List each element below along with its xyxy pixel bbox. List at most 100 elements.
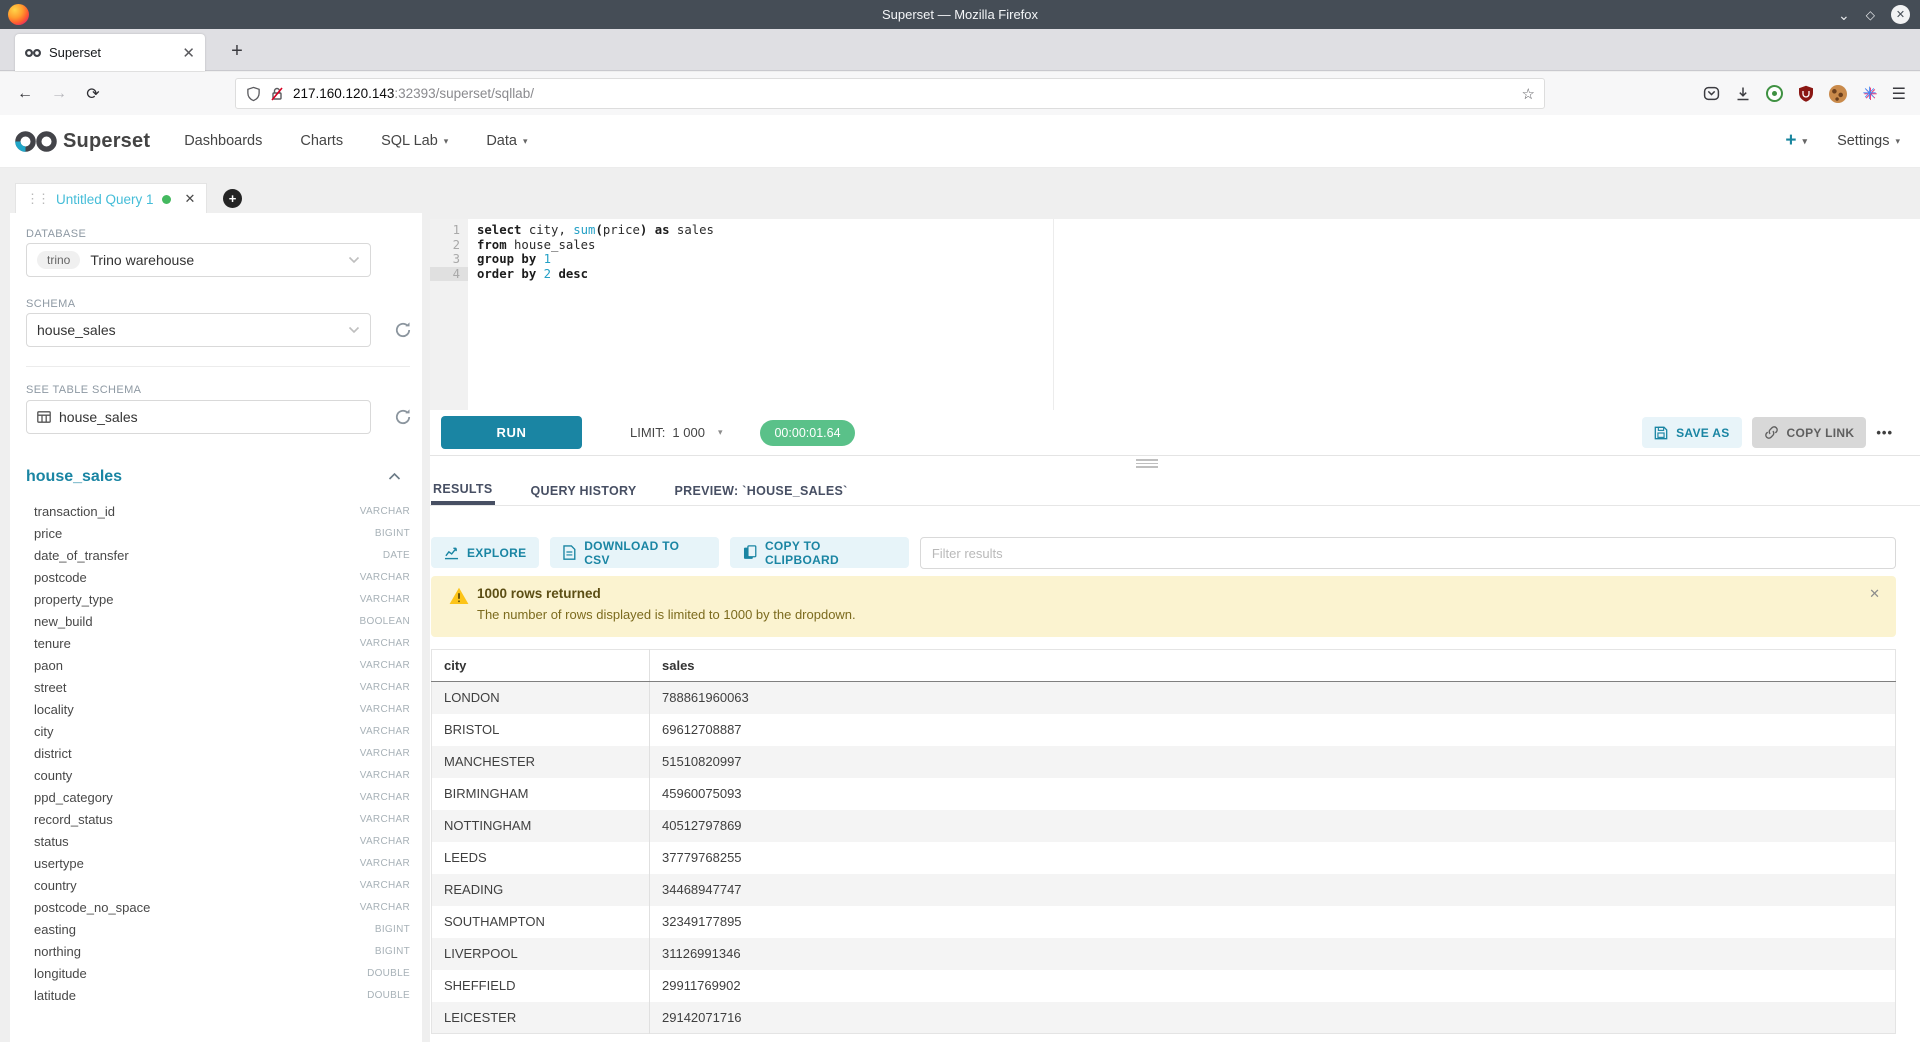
results-tabbar: RESULTS QUERY HISTORY PREVIEW: `HOUSE_SA…: [430, 477, 1920, 506]
table-column-row[interactable]: new_buildBOOLEAN: [26, 610, 414, 632]
editor-code-lines[interactable]: 1select city, sum(price) as sales2from h…: [430, 223, 1920, 281]
table-column-row[interactable]: date_of_transferDATE: [26, 544, 414, 566]
alert-close-icon[interactable]: ✕: [1869, 586, 1880, 602]
url-bar[interactable]: 217.160.120.143:32393/superset/sqllab/ ☆: [235, 78, 1545, 109]
table-column-row[interactable]: usertypeVARCHAR: [26, 852, 414, 874]
pocket-icon[interactable]: [1703, 85, 1720, 102]
limit-label: LIMIT:: [630, 425, 665, 440]
column-type: VARCHAR: [360, 814, 410, 825]
column-name: new_build: [34, 614, 93, 629]
column-type: BIGINT: [375, 946, 410, 957]
table-select[interactable]: house_sales: [26, 400, 371, 434]
column-type: VARCHAR: [360, 770, 410, 781]
refresh-table-icon[interactable]: [394, 408, 412, 426]
nav-item-charts[interactable]: Charts: [300, 133, 343, 149]
nav-item-sql-lab[interactable]: SQL Lab▾: [381, 133, 448, 149]
run-button[interactable]: RUN: [441, 416, 582, 449]
new-item-button[interactable]: +▾: [1785, 130, 1807, 152]
tab-results[interactable]: RESULTS: [431, 477, 495, 505]
chevron-up-icon[interactable]: [388, 472, 401, 481]
table-column-row[interactable]: postcodeVARCHAR: [26, 566, 414, 588]
chevron-down-icon: ▾: [1803, 136, 1808, 147]
cell-city: SHEFFIELD: [432, 970, 650, 1002]
table-column-row[interactable]: transaction_idVARCHAR: [26, 500, 414, 522]
table-column-row[interactable]: tenureVARCHAR: [26, 632, 414, 654]
table-column-row[interactable]: streetVARCHAR: [26, 676, 414, 698]
table-column-row[interactable]: localityVARCHAR: [26, 698, 414, 720]
query-tab-close-icon[interactable]: ✕: [185, 191, 196, 207]
table-column-row[interactable]: statusVARCHAR: [26, 830, 414, 852]
table-column-row[interactable]: postcode_no_spaceVARCHAR: [26, 896, 414, 918]
table-column-row[interactable]: districtVARCHAR: [26, 742, 414, 764]
query-editor-tab[interactable]: ⋮⋮ Untitled Query 1 ✕: [15, 183, 207, 214]
code-line[interactable]: 1select city, sum(price) as sales: [430, 223, 1920, 238]
download-csv-button[interactable]: DOWNLOAD TO CSV: [550, 537, 719, 568]
table-column-row[interactable]: cityVARCHAR: [26, 720, 414, 742]
back-icon[interactable]: ←: [8, 85, 42, 103]
limit-dropdown[interactable]: LIMIT: 1 000 ▾: [630, 425, 722, 440]
table-column-row[interactable]: priceBIGINT: [26, 522, 414, 544]
app-menu-icon[interactable]: ☰: [1892, 84, 1906, 104]
shield-icon[interactable]: [246, 86, 261, 102]
table-row: LEICESTER29142071716: [432, 1002, 1896, 1034]
ublock-icon[interactable]: [1798, 85, 1814, 102]
copy-link-button[interactable]: COPY LINK: [1752, 417, 1867, 448]
copy-clipboard-button[interactable]: COPY TO CLIPBOARD: [730, 537, 909, 568]
code-line[interactable]: 4order by 2 desc: [430, 267, 1920, 282]
column-name: postcode: [34, 570, 87, 585]
browser-tab-close-icon[interactable]: ✕: [182, 44, 195, 62]
table-schema-title[interactable]: house_sales: [26, 468, 122, 486]
explore-button[interactable]: EXPLORE: [431, 537, 539, 568]
forward-icon[interactable]: →: [42, 85, 76, 103]
window-minimize-icon[interactable]: ⌄: [1838, 8, 1850, 22]
table-column-row[interactable]: longitudeDOUBLE: [26, 962, 414, 984]
column-header-city[interactable]: city: [432, 650, 650, 682]
column-header-sales[interactable]: sales: [650, 650, 1896, 682]
pane-resize-handle[interactable]: [1136, 457, 1158, 470]
reload-icon[interactable]: ⟳: [76, 84, 110, 104]
sql-editor-pane: 1select city, sum(price) as sales2from h…: [430, 219, 1920, 1042]
code-line[interactable]: 2from house_sales: [430, 238, 1920, 253]
add-query-tab-button[interactable]: +: [223, 189, 242, 208]
insecure-lock-icon[interactable]: [270, 86, 284, 102]
superset-logo[interactable]: Superset: [15, 128, 150, 155]
column-name: ppd_category: [34, 790, 113, 805]
cookie-extension-icon[interactable]: [1829, 85, 1847, 103]
code-line[interactable]: 3group by 1: [430, 252, 1920, 267]
table-column-row[interactable]: eastingBIGINT: [26, 918, 414, 940]
cell-city: LEICESTER: [432, 1002, 650, 1034]
asterisk-extension-icon[interactable]: ✳: [1862, 84, 1876, 104]
table-column-row[interactable]: paonVARCHAR: [26, 654, 414, 676]
privacy-extension-icon[interactable]: [1766, 85, 1783, 102]
table-column-row[interactable]: latitudeDOUBLE: [26, 984, 414, 1006]
table-column-row[interactable]: record_statusVARCHAR: [26, 808, 414, 830]
save-as-button[interactable]: SAVE AS: [1642, 417, 1741, 448]
table-column-row[interactable]: property_typeVARCHAR: [26, 588, 414, 610]
schema-select[interactable]: house_sales: [26, 313, 371, 347]
tab-preview-house-sales[interactable]: PREVIEW: `HOUSE_SALES`: [673, 477, 850, 505]
filter-results-input[interactable]: [920, 537, 1896, 569]
refresh-schema-icon[interactable]: [394, 321, 412, 339]
new-browser-tab-button[interactable]: +: [222, 37, 252, 65]
link-icon: [1764, 425, 1779, 440]
downloads-icon[interactable]: [1735, 86, 1751, 102]
column-name: city: [34, 724, 54, 739]
nav-item-data[interactable]: Data▾: [486, 133, 527, 149]
nav-item-dashboards[interactable]: Dashboards: [184, 133, 262, 149]
window-close-button[interactable]: ✕: [1891, 5, 1910, 24]
bookmark-star-icon[interactable]: ☆: [1522, 85, 1535, 103]
tab-query-history[interactable]: QUERY HISTORY: [529, 477, 639, 505]
sql-code-editor[interactable]: 1select city, sum(price) as sales2from h…: [430, 219, 1920, 410]
settings-menu[interactable]: Settings▾: [1837, 133, 1900, 149]
table-column-row[interactable]: ppd_categoryVARCHAR: [26, 786, 414, 808]
drag-handle-icon[interactable]: ⋮⋮: [26, 191, 48, 207]
table-column-row[interactable]: countyVARCHAR: [26, 764, 414, 786]
window-restore-icon[interactable]: ◇: [1866, 8, 1875, 22]
database-select[interactable]: trino Trino warehouse: [26, 243, 371, 277]
column-name: property_type: [34, 592, 114, 607]
table-column-row[interactable]: northingBIGINT: [26, 940, 414, 962]
browser-tab[interactable]: Superset ✕: [15, 34, 205, 71]
column-type: VARCHAR: [360, 704, 410, 715]
more-actions-icon[interactable]: •••: [1876, 425, 1893, 440]
table-column-row[interactable]: countryVARCHAR: [26, 874, 414, 896]
